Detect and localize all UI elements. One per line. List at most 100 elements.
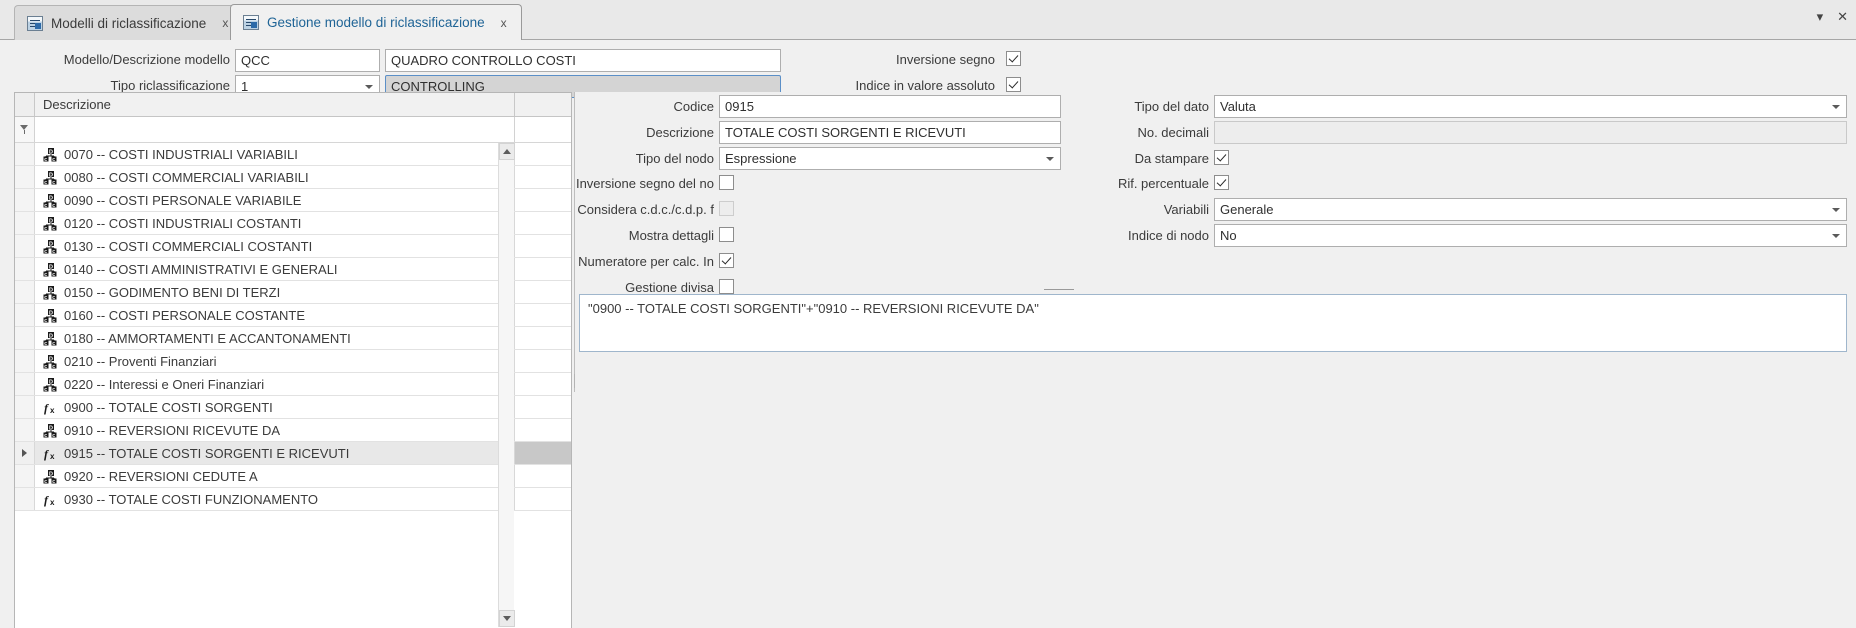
- row-indicator[interactable]: [15, 465, 35, 487]
- row-indicator[interactable]: [15, 281, 35, 303]
- tab-gestione-modello-di-riclassificazione[interactable]: Gestione modello di riclassificazione x: [230, 4, 522, 40]
- modello-code-input[interactable]: QCC: [235, 49, 380, 72]
- tab-close-icon[interactable]: x: [220, 16, 230, 30]
- mostra-dettagli-checkbox[interactable]: [719, 227, 734, 242]
- row-label: 0120 -- COSTI INDUSTRIALI COSTANTI: [64, 215, 302, 231]
- row-indicator[interactable]: [15, 488, 35, 510]
- gestione-divisa-checkbox[interactable]: [719, 279, 734, 294]
- table-row[interactable]: Dc c 0180 -- AMMORTAMENTI E ACCANTONAMENTI: [15, 327, 571, 350]
- row-extra-cell: [515, 258, 571, 280]
- row-descrizione-cell[interactable]: Dc c 0140 -- COSTI AMMINISTRATIVI E GENERA…: [35, 258, 515, 280]
- svg-text:c: c: [44, 433, 47, 438]
- minimize-icon[interactable]: ▾: [1817, 10, 1824, 23]
- numeratore-calcolo-checkbox[interactable]: [719, 253, 734, 268]
- close-icon[interactable]: ✕: [1837, 10, 1848, 23]
- grid-filter-input-descrizione[interactable]: [35, 117, 515, 142]
- row-descrizione-cell[interactable]: f x 0915 -- TOTALE COSTI SORGENTI E RICEVU…: [35, 442, 515, 464]
- row-indicator[interactable]: [15, 419, 35, 441]
- grid-column-descrizione[interactable]: Descrizione: [35, 93, 515, 116]
- table-row[interactable]: f x 0930 -- TOTALE COSTI FUNZIONAMENTO: [15, 488, 571, 511]
- modello-descrizione-input[interactable]: QUADRO CONTROLLO COSTI: [385, 49, 781, 72]
- expression-editor[interactable]: "0900 -- TOTALE COSTI SORGENTI"+"0910 --…: [579, 294, 1847, 352]
- table-row[interactable]: Dc c 0910 -- REVERSIONI RICEVUTE DA: [15, 419, 571, 442]
- table-row[interactable]: Dc c 0210 -- Proventi Finanziari: [15, 350, 571, 373]
- svg-text:c: c: [44, 203, 47, 208]
- detail-divider: [574, 92, 577, 392]
- scroll-up-arrow-icon[interactable]: [499, 143, 515, 160]
- row-label: 0180 -- AMMORTAMENTI E ACCANTONAMENTI: [64, 330, 351, 346]
- row-descrizione-cell[interactable]: Dc c 0160 -- COSTI PERSONALE COSTANTE: [35, 304, 515, 326]
- tab-close-icon[interactable]: x: [499, 16, 509, 30]
- row-descrizione-cell[interactable]: Dc c 0180 -- AMMORTAMENTI E ACCANTONAMENTI: [35, 327, 515, 349]
- chevron-down-icon: [1832, 105, 1840, 109]
- table-row[interactable]: Dc c 0150 -- GODIMENTO BENI DI TERZI: [15, 281, 571, 304]
- da-stampare-checkbox[interactable]: [1214, 150, 1229, 165]
- row-descrizione-cell[interactable]: Dc c 0070 -- COSTI INDUSTRIALI VARIABILI: [35, 143, 515, 165]
- row-indicator[interactable]: [15, 235, 35, 257]
- svg-text:c: c: [52, 157, 55, 162]
- row-label: 0915 -- TOTALE COSTI SORGENTI E RICEVUTI: [64, 445, 350, 461]
- row-descrizione-cell[interactable]: Dc c 0910 -- REVERSIONI RICEVUTE DA: [35, 419, 515, 441]
- nodes-grid[interactable]: Descrizione Dc c 0070 -- COSTI INDUSTRIALI…: [14, 92, 572, 628]
- table-row[interactable]: Dc c 0160 -- COSTI PERSONALE COSTANTE: [15, 304, 571, 327]
- row-indicator[interactable]: [15, 304, 35, 326]
- row-indicator[interactable]: [15, 189, 35, 211]
- table-row[interactable]: Dc c 0220 -- Interessi e Oneri Finanziari: [15, 373, 571, 396]
- row-descrizione-cell[interactable]: Dc c 0220 -- Interessi e Oneri Finanziari: [35, 373, 515, 395]
- table-row[interactable]: f x 0900 -- TOTALE COSTI SORGENTI: [15, 396, 571, 419]
- row-indicator[interactable]: [15, 442, 35, 464]
- rif-percentuale-checkbox[interactable]: [1214, 175, 1229, 190]
- row-descrizione-cell[interactable]: Dc c 0150 -- GODIMENTO BENI DI TERZI: [35, 281, 515, 303]
- row-extra-cell: [515, 281, 571, 303]
- table-row[interactable]: Dc c 0080 -- COSTI COMMERCIALI VARIABILI: [15, 166, 571, 189]
- row-label: 0150 -- GODIMENTO BENI DI TERZI: [64, 284, 281, 300]
- row-indicator[interactable]: [15, 166, 35, 188]
- pane-splitter-handle[interactable]: [574, 374, 577, 388]
- table-row[interactable]: Dc c 0070 -- COSTI INDUSTRIALI VARIABILI: [15, 143, 571, 166]
- row-indicator[interactable]: [15, 373, 35, 395]
- grid-vertical-scrollbar[interactable]: [498, 143, 515, 627]
- row-descrizione-cell[interactable]: Dc c 0130 -- COSTI COMMERCIALI COSTANTI: [35, 235, 515, 257]
- table-row[interactable]: Dc c 0120 -- COSTI INDUSTRIALI COSTANTI: [15, 212, 571, 235]
- row-descrizione-cell[interactable]: Dc c 0120 -- COSTI INDUSTRIALI COSTANTI: [35, 212, 515, 234]
- row-indicator[interactable]: [15, 327, 35, 349]
- row-extra-cell: [515, 396, 571, 418]
- svg-text:c: c: [52, 479, 55, 484]
- tab-modelli-di-riclassificazione[interactable]: Modelli di riclassificazione x: [14, 5, 244, 40]
- row-indicator[interactable]: [15, 212, 35, 234]
- row-descrizione-cell[interactable]: Dc c 0920 -- REVERSIONI CEDUTE A: [35, 465, 515, 487]
- tipo-del-dato-select[interactable]: Valuta: [1214, 95, 1847, 118]
- row-indicator[interactable]: [15, 258, 35, 280]
- row-label: 0910 -- REVERSIONI RICEVUTE DA: [64, 422, 280, 438]
- row-label: 0900 -- TOTALE COSTI SORGENTI: [64, 399, 273, 415]
- expression-splitter-handle[interactable]: [1044, 288, 1074, 292]
- row-indicator[interactable]: [15, 143, 35, 165]
- table-row[interactable]: Dc c 0140 -- COSTI AMMINISTRATIVI E GENERA…: [15, 258, 571, 281]
- formula-icon: fx: [43, 400, 58, 415]
- row-descrizione-cell[interactable]: f x 0930 -- TOTALE COSTI FUNZIONAMENTO: [35, 488, 515, 510]
- scroll-down-arrow-icon[interactable]: [499, 610, 515, 627]
- current-row-arrow-icon: [22, 449, 27, 457]
- row-descrizione-cell[interactable]: Dc c 0210 -- Proventi Finanziari: [35, 350, 515, 372]
- table-row[interactable]: f x 0915 -- TOTALE COSTI SORGENTI E RICEVU…: [15, 442, 571, 465]
- table-row[interactable]: Dc c 0090 -- COSTI PERSONALE VARIABILE: [15, 189, 571, 212]
- inversione-segno-checkbox[interactable]: [1006, 51, 1021, 66]
- row-descrizione-cell[interactable]: f x 0900 -- TOTALE COSTI SORGENTI: [35, 396, 515, 418]
- indice-di-nodo-select[interactable]: No: [1214, 224, 1847, 247]
- grid-filter-row[interactable]: [15, 117, 571, 143]
- inversione-segno-nodo-checkbox[interactable]: [719, 175, 734, 190]
- grid-body[interactable]: Dc c 0070 -- COSTI INDUSTRIALI VARIABILI Dc…: [15, 143, 571, 627]
- row-descrizione-cell[interactable]: Dc c 0090 -- COSTI PERSONALE VARIABILE: [35, 189, 515, 211]
- row-indicator[interactable]: [15, 396, 35, 418]
- codice-input[interactable]: 0915: [719, 95, 1061, 118]
- descrizione-input[interactable]: TOTALE COSTI SORGENTI E RICEVUTI: [719, 121, 1061, 144]
- indice-valore-assoluto-checkbox[interactable]: [1006, 77, 1021, 92]
- tipo-del-nodo-select[interactable]: Espressione: [719, 147, 1061, 170]
- table-row[interactable]: Dc c 0920 -- REVERSIONI CEDUTE A: [15, 465, 571, 488]
- variabili-select[interactable]: Generale: [1214, 198, 1847, 221]
- svg-text:c: c: [52, 272, 55, 277]
- row-descrizione-cell[interactable]: Dc c 0080 -- COSTI COMMERCIALI VARIABILI: [35, 166, 515, 188]
- table-row[interactable]: Dc c 0130 -- COSTI COMMERCIALI COSTANTI: [15, 235, 571, 258]
- row-indicator[interactable]: [15, 350, 35, 372]
- filter-funnel-icon[interactable]: [20, 125, 29, 134]
